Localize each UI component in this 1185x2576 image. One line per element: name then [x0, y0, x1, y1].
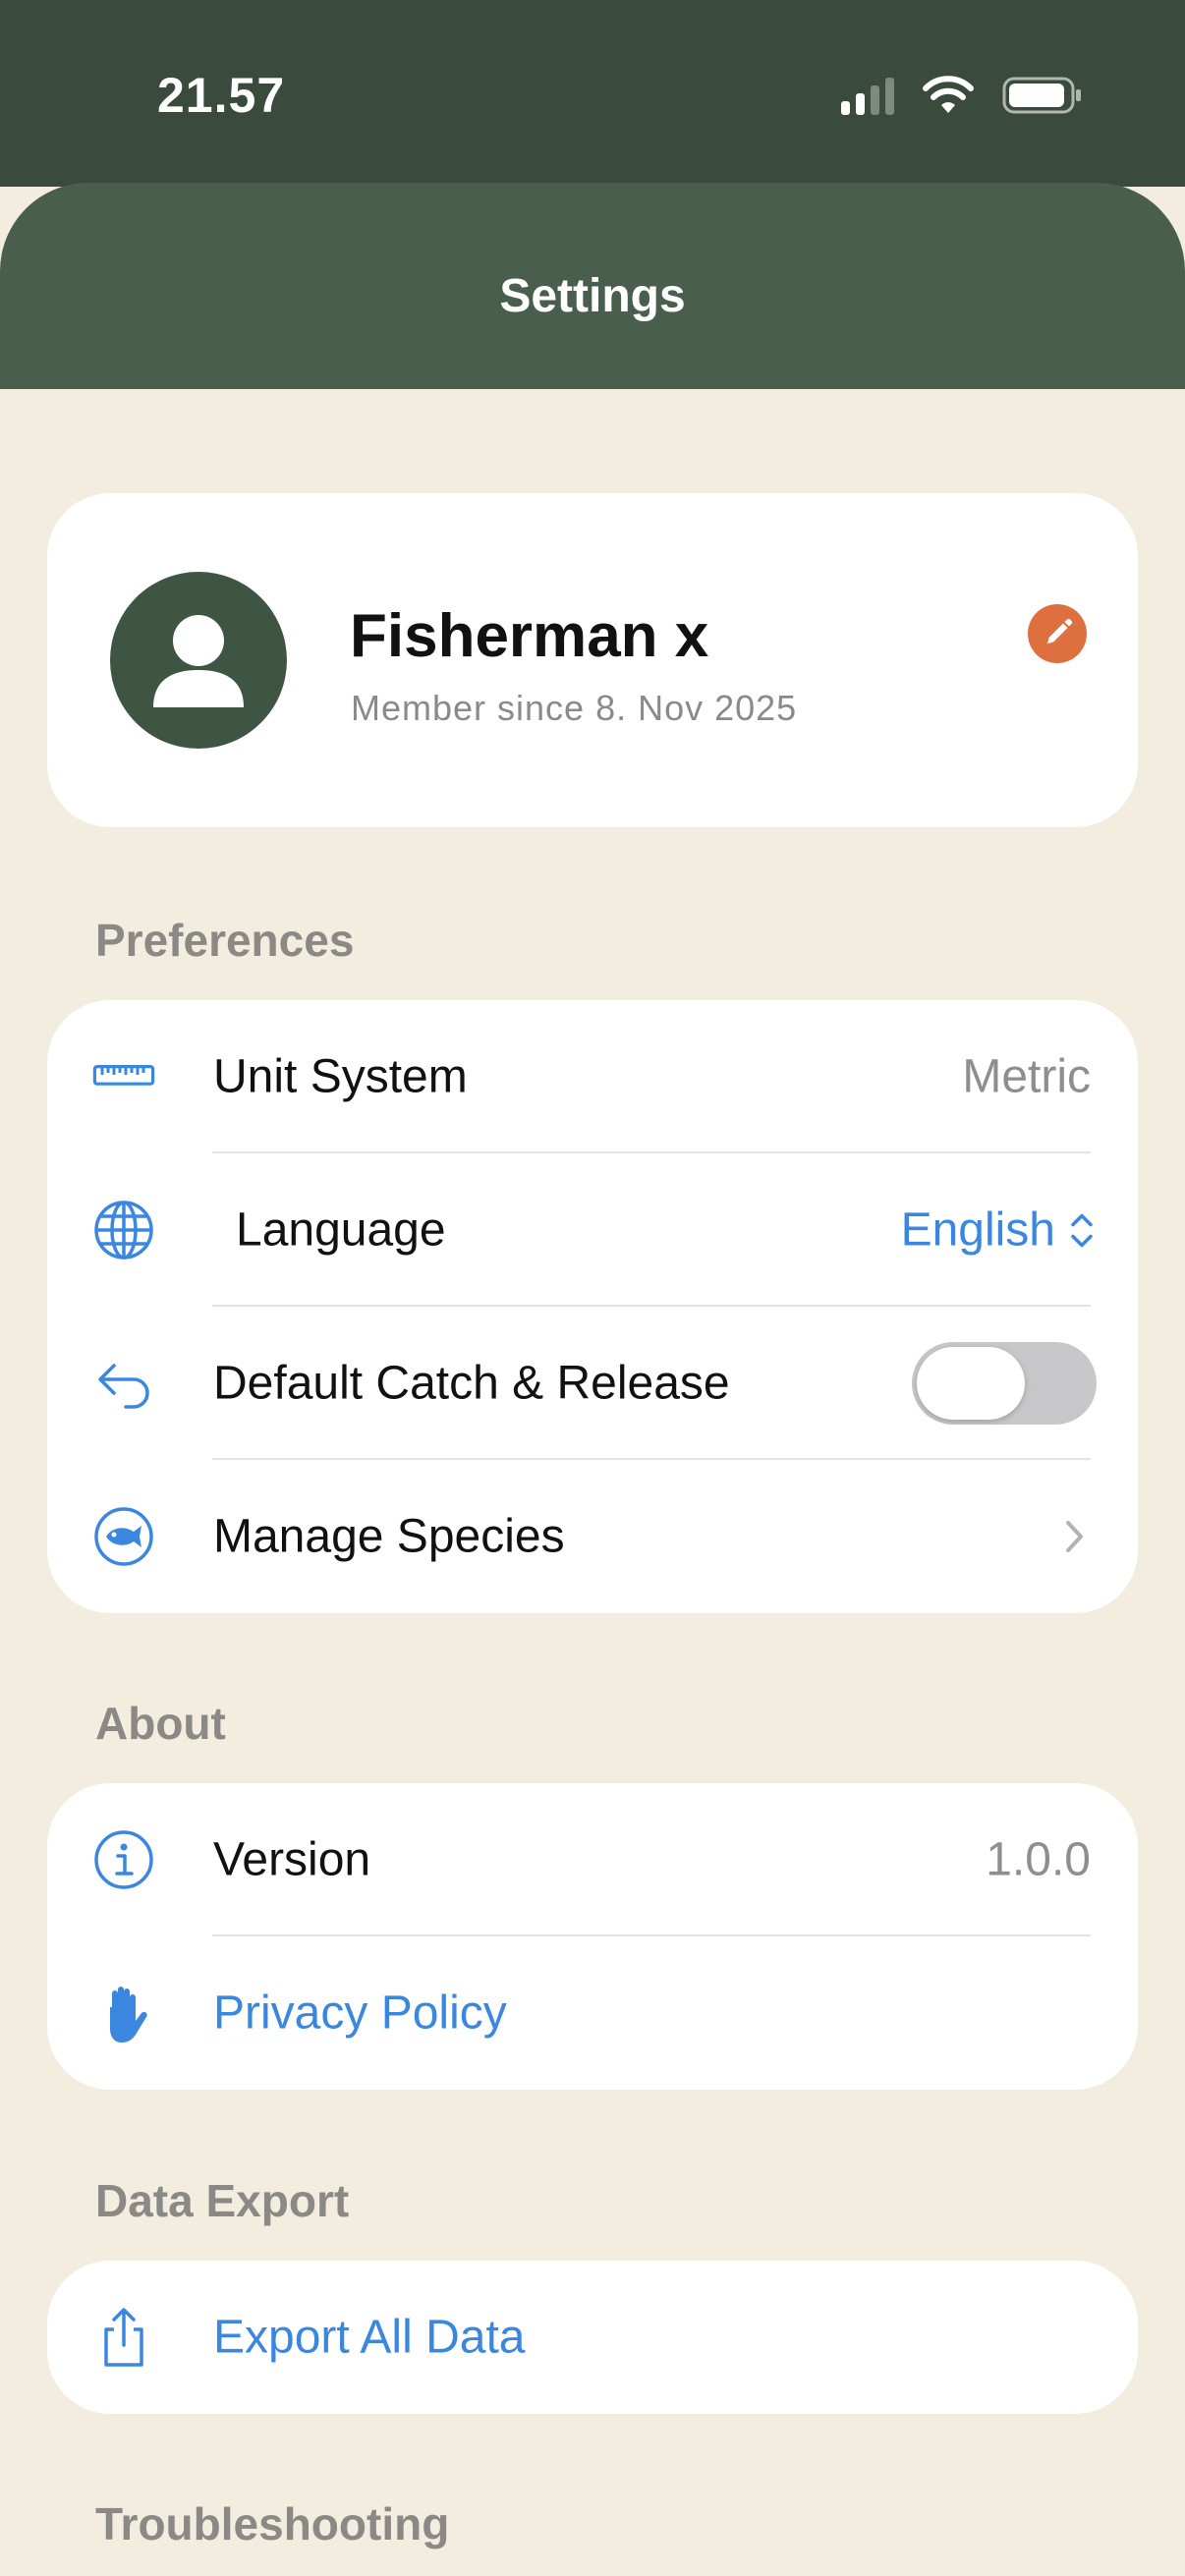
section-title-preferences: Preferences [95, 915, 355, 966]
manage-species-row[interactable]: Manage Species [47, 1460, 1138, 1613]
unit-system-value: Metric [962, 1050, 1091, 1103]
catch-release-label: Default Catch & Release [213, 1357, 730, 1410]
chevron-right-icon [1066, 1521, 1083, 1552]
manage-species-label: Manage Species [213, 1510, 565, 1563]
ruler-icon [92, 1065, 155, 1086]
wifi-icon [923, 76, 974, 113]
globe-icon [94, 1201, 153, 1260]
person-icon [153, 615, 244, 707]
preferences-card: Unit System Metric Language English Defa… [47, 1000, 1138, 1613]
status-time: 21.57 [157, 68, 286, 123]
battery-icon [1002, 77, 1081, 114]
share-icon [104, 2308, 143, 2367]
navigation-header: Settings [0, 183, 1185, 389]
about-card: Version 1.0.0 Privacy Policy [47, 1783, 1138, 2090]
toggle-knob [917, 1347, 1025, 1420]
status-bar: 21.57 [0, 0, 1185, 187]
unit-system-label: Unit System [213, 1050, 468, 1103]
version-label: Version [213, 1833, 371, 1886]
data-export-card: Export All Data [47, 2261, 1138, 2414]
version-row: Version 1.0.0 [47, 1783, 1138, 1936]
version-value: 1.0.0 [986, 1833, 1091, 1886]
member-since-text: Member since 8. Nov 2025 [351, 688, 798, 728]
export-all-data-link[interactable]: Export All Data [213, 2311, 525, 2365]
status-icons [841, 71, 1083, 120]
avatar [110, 572, 287, 749]
catch-release-toggle[interactable] [912, 1342, 1097, 1425]
chevron-up-down-icon [1071, 1213, 1093, 1247]
export-data-row[interactable]: Export All Data [47, 2261, 1138, 2414]
catch-release-row: Default Catch & Release [47, 1307, 1138, 1460]
profile-card[interactable]: Fisherman x Member since 8. Nov 2025 [47, 493, 1138, 827]
return-arrow-icon [98, 1364, 149, 1409]
privacy-policy-row[interactable]: Privacy Policy [47, 1936, 1138, 2090]
hand-icon [110, 1987, 147, 2043]
edit-profile-button[interactable] [1028, 604, 1087, 663]
fish-icon [94, 1507, 153, 1566]
section-title-data-export: Data Export [95, 2175, 350, 2226]
page-title: Settings [499, 270, 686, 322]
section-title-troubleshooting: Troubleshooting [95, 2498, 450, 2549]
info-icon [94, 1830, 153, 1889]
settings-screen: 21.57 Settings Fisherman x Member since … [0, 0, 1185, 2576]
language-picker[interactable]: English [901, 1204, 1095, 1258]
section-title-about: About [95, 1698, 226, 1749]
language-value: English [900, 1204, 1055, 1257]
unit-system-row[interactable]: Unit System Metric [47, 1000, 1138, 1153]
language-row[interactable]: Language English [47, 1153, 1138, 1307]
pencil-icon [1047, 618, 1073, 644]
cellular-signal-icon [841, 76, 894, 115]
language-label: Language [236, 1204, 446, 1257]
privacy-policy-link[interactable]: Privacy Policy [213, 1987, 507, 2041]
profile-name: Fisherman x [350, 602, 709, 670]
